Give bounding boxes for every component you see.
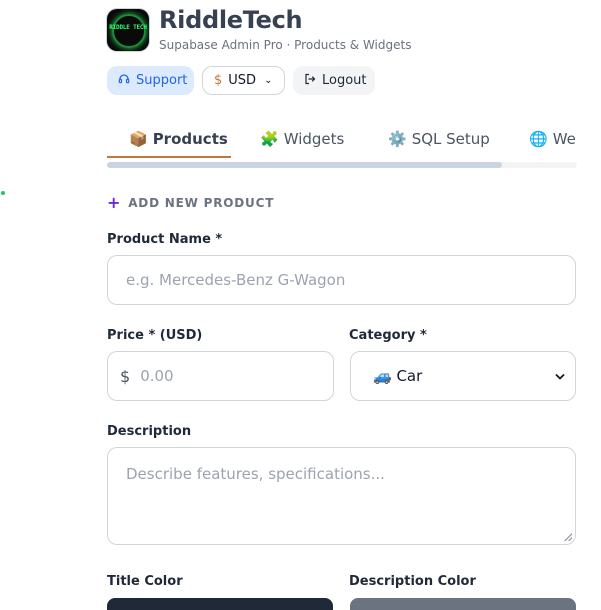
- dollar-icon: $: [120, 366, 131, 386]
- description-color-label: Description Color: [349, 574, 476, 589]
- resize-handle[interactable]: [564, 533, 572, 541]
- status-dot: [1, 191, 5, 195]
- logout-button[interactable]: Logout: [293, 66, 375, 95]
- tab-web-label: Web: [552, 130, 577, 148]
- price-label: Price * (USD): [107, 328, 203, 343]
- price-input[interactable]: [138, 366, 317, 386]
- tab-sql-setup[interactable]: ⚙️ SQL Setup: [388, 130, 490, 148]
- category-select[interactable]: 🚙 Car: [350, 351, 576, 401]
- logo-ring: [112, 14, 146, 48]
- category-label: Category *: [349, 328, 427, 343]
- gear-icon: ⚙️: [388, 130, 407, 148]
- plus-icon: +: [107, 193, 122, 212]
- package-icon: 📦: [129, 130, 148, 148]
- tab-widgets-label: Widgets: [283, 130, 345, 148]
- tab-sql-setup-label: SQL Setup: [411, 130, 490, 148]
- headset-icon: [118, 73, 130, 89]
- brand-subtitle: Supabase Admin Pro · Products & Widgets: [159, 38, 412, 52]
- price-field[interactable]: $: [107, 351, 334, 401]
- globe-icon: 🌐: [529, 130, 548, 148]
- currency-symbol: $: [214, 73, 223, 88]
- chevron-down-icon: ⌄: [264, 75, 273, 86]
- product-name-field[interactable]: [107, 255, 576, 305]
- logo-text: RIDDLE TECH: [109, 24, 147, 31]
- currency-value: USD: [228, 73, 257, 88]
- product-name-input[interactable]: [124, 270, 559, 290]
- title-color-picker[interactable]: [107, 598, 333, 610]
- logout-icon: [304, 73, 316, 89]
- description-color-picker[interactable]: [350, 598, 576, 610]
- logout-label: Logout: [322, 73, 367, 88]
- support-label: Support: [136, 73, 188, 88]
- tab-web[interactable]: 🌐 Web: [529, 130, 577, 148]
- tab-scrollbar-thumb[interactable]: [107, 162, 502, 168]
- description-textarea[interactable]: [124, 463, 559, 527]
- category-value: 🚙 Car: [373, 367, 423, 385]
- tab-products-label: Products: [152, 130, 228, 148]
- brand-logo: RIDDLE TECH: [107, 9, 149, 51]
- section-title: + ADD NEW PRODUCT: [107, 193, 274, 212]
- description-field[interactable]: [107, 447, 576, 545]
- section-title-label: ADD NEW PRODUCT: [128, 195, 275, 210]
- tab-widgets[interactable]: 🧩 Widgets: [260, 130, 344, 148]
- active-tab-indicator: [107, 156, 231, 158]
- puzzle-icon: 🧩: [260, 130, 279, 148]
- admin-panel: RIDDLE TECH RiddleTech Supabase Admin Pr…: [107, 0, 577, 610]
- chevron-down-icon: [555, 369, 565, 383]
- tab-products[interactable]: 📦 Products: [129, 130, 228, 148]
- tab-bar: 📦 Products 🧩 Widgets ⚙️ SQL Setup 🌐 Web: [107, 124, 577, 160]
- product-name-label: Product Name *: [107, 232, 223, 247]
- description-label: Description: [107, 424, 192, 439]
- currency-select[interactable]: $ USD ⌄: [202, 66, 285, 95]
- brand-title: RiddleTech: [159, 6, 303, 34]
- support-button[interactable]: Support: [107, 66, 194, 95]
- title-color-label: Title Color: [107, 574, 183, 589]
